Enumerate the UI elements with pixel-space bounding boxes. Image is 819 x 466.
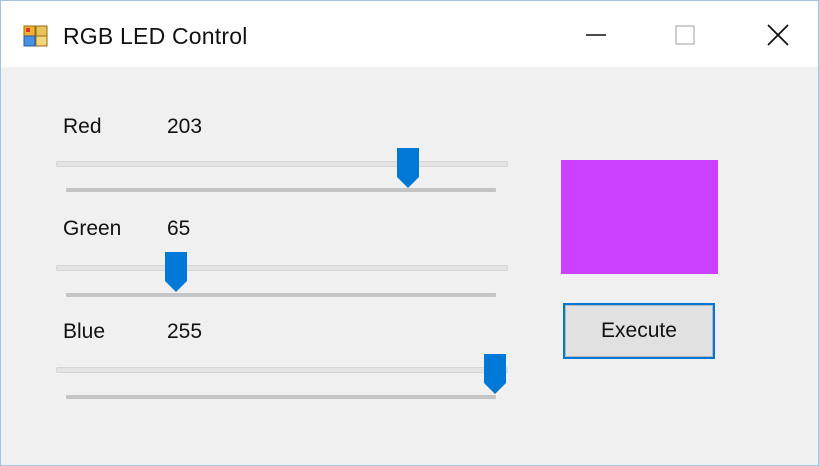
minimize-icon xyxy=(586,34,606,36)
color-preview xyxy=(561,160,718,274)
minimize-button[interactable] xyxy=(573,15,619,55)
blue-label: Blue xyxy=(63,320,106,343)
blue-slider-track[interactable] xyxy=(56,367,508,373)
close-icon xyxy=(767,24,789,46)
green-value: 65 xyxy=(167,217,191,240)
client-area: Red 203 Green 65 Blue 255 Execute xyxy=(1,67,818,465)
blue-value: 255 xyxy=(167,320,203,343)
window-title: RGB LED Control xyxy=(63,23,248,49)
close-button[interactable] xyxy=(755,15,801,55)
app-icon xyxy=(23,24,49,48)
green-tick-line xyxy=(66,293,496,297)
blue-slider-thumb[interactable] xyxy=(484,354,506,394)
execute-button[interactable]: Execute xyxy=(563,303,715,359)
red-slider-track[interactable] xyxy=(56,161,508,167)
maximize-icon xyxy=(675,25,695,45)
title-bar[interactable]: RGB LED Control xyxy=(1,1,818,67)
green-slider-thumb[interactable] xyxy=(165,252,187,292)
red-label: Red xyxy=(63,115,102,138)
blue-tick-line xyxy=(66,395,496,399)
app-window: RGB LED Control Red 203 Green 65 Blue 25… xyxy=(0,0,819,466)
red-slider-thumb[interactable] xyxy=(397,148,419,188)
execute-button-label: Execute xyxy=(565,305,713,357)
green-label: Green xyxy=(63,217,122,240)
green-slider-track[interactable] xyxy=(56,265,508,271)
maximize-button[interactable] xyxy=(662,15,708,55)
red-value: 203 xyxy=(167,115,203,138)
red-tick-line xyxy=(66,188,496,192)
